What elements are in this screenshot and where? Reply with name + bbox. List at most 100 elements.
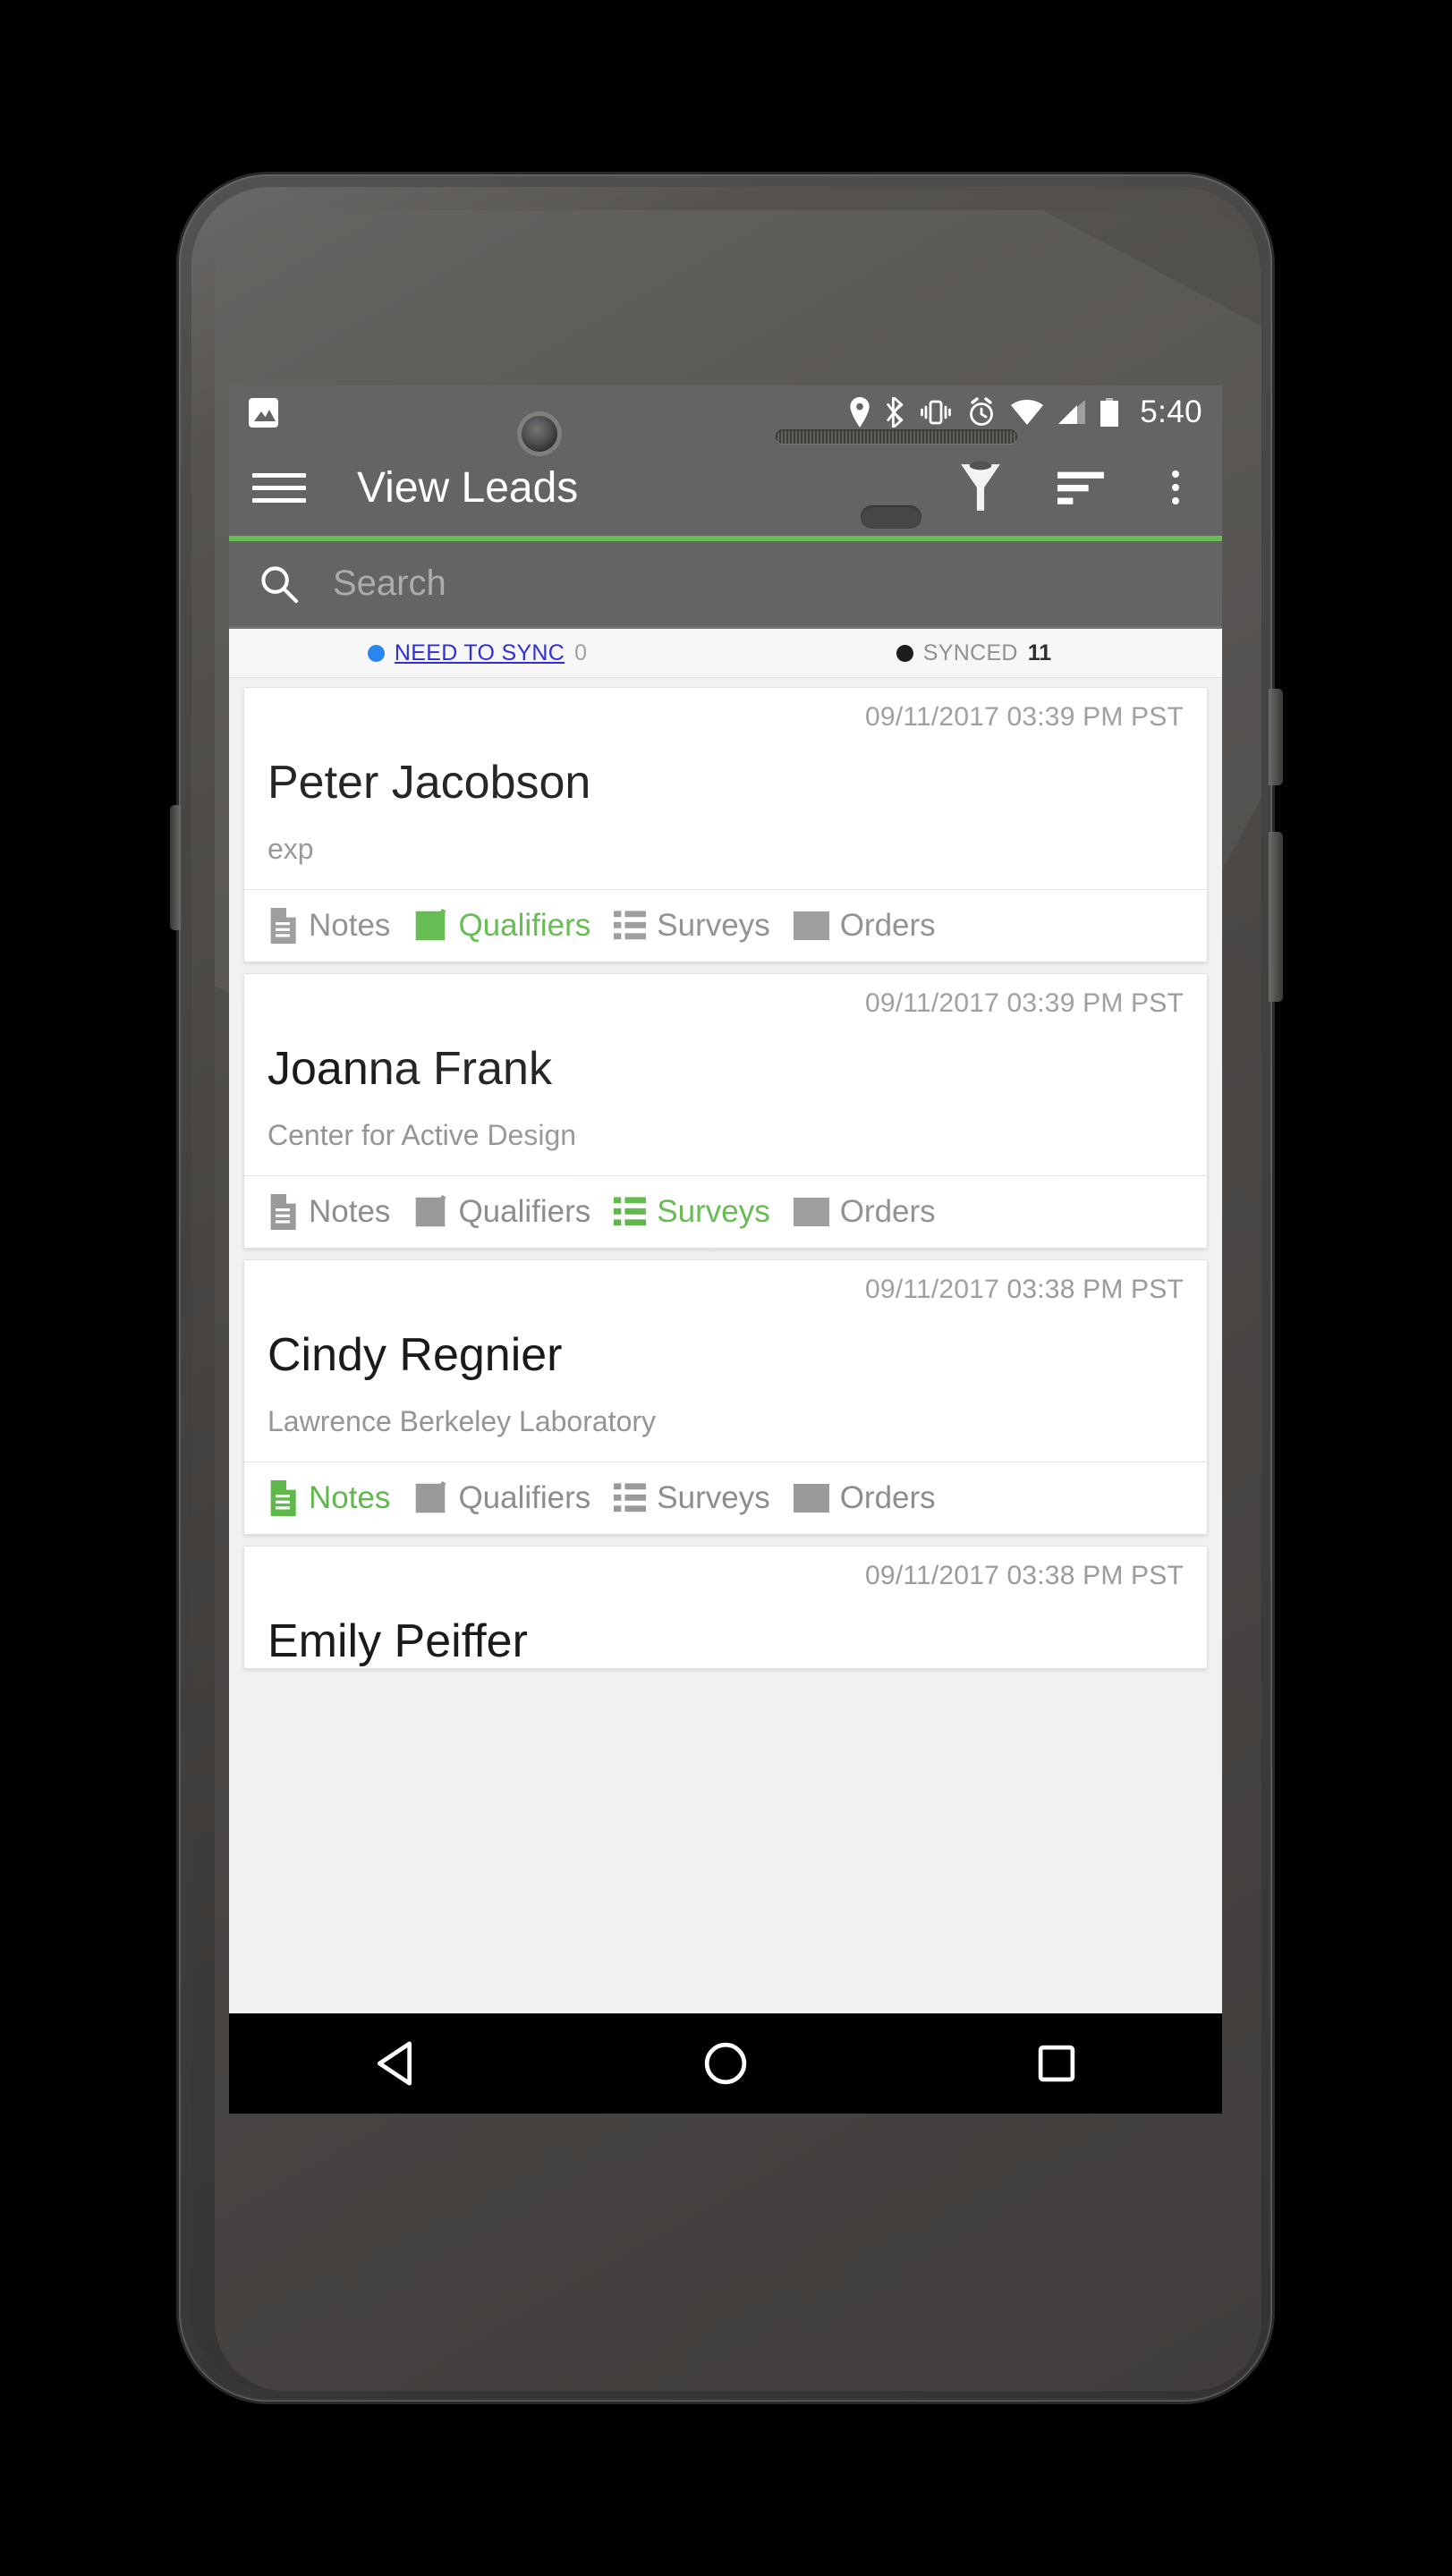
front-camera-icon [522,416,557,452]
vibrate-icon [921,400,952,425]
status-bar-system-icons: 5:40 [848,394,1202,430]
lead-company: Center for Active Design [267,1119,577,1151]
lead-name: Peter Jacobson [267,757,591,809]
need-to-sync-dot-icon [367,644,385,662]
notes-document-icon [270,1480,296,1516]
battery-icon [1100,397,1119,427]
lead-action-qualifiers[interactable]: Qualifiers [413,1194,590,1230]
lead-action-notes[interactable]: Notes [267,908,390,944]
lead-card[interactable]: 09/11/2017 03:38 PM PST Cindy Regnier La… [243,1259,1208,1535]
sync-tab-label: NEED TO SYNC [394,640,565,665]
synced-dot-icon [896,644,913,662]
qualifiers-checkbox-icon [416,909,447,941]
bluetooth-icon [887,397,904,428]
lead-action-orders[interactable]: Orders [793,1480,936,1516]
qualifiers-checkbox-icon [416,1481,447,1513]
hamburger-line [252,472,306,478]
action-label: Notes [309,1194,391,1229]
lead-card[interactable]: 09/11/2017 03:39 PM PST Peter Jacobson e… [243,687,1208,962]
lead-action-orders[interactable]: Orders [793,1194,936,1230]
hamburger-menu-icon[interactable] [252,463,306,512]
lead-company: Lawrence Berkeley Laboratory [267,1405,657,1437]
lead-name: Joanna Frank [267,1043,552,1095]
lead-card[interactable]: 09/11/2017 03:39 PM PST Joanna Frank Cen… [243,973,1208,1249]
overflow-dot [1172,497,1179,504]
action-label: Qualifiers [458,908,591,943]
overflow-dot [1172,484,1179,491]
back-triangle-glyph [377,2041,412,2086]
sync-tab-need-to-sync[interactable]: NEED TO SYNC 0 [229,640,726,666]
lead-action-qualifiers[interactable]: Qualifiers [413,908,590,944]
android-status-bar: 5:40 [229,386,1222,439]
sim-tray [170,805,181,930]
back-triangle-icon[interactable] [336,2013,453,2114]
phone-screen: 5:40 View Leads Search NEED TO SYNC 0 SY… [229,386,1222,2114]
sync-tab-label: SYNCED [922,640,1018,665]
lead-action-notes[interactable]: Notes [267,1194,390,1230]
lead-card[interactable]: 09/11/2017 03:38 PM PST Emily Peiffer [243,1546,1208,1669]
orders-card-icon [793,1484,829,1513]
sort-icon[interactable] [1057,468,1104,507]
lead-card-body[interactable]: 09/11/2017 03:38 PM PST Emily Peiffer [244,1546,1207,1668]
lead-action-surveys[interactable]: Surveys [614,1194,770,1230]
action-label: Notes [309,908,391,943]
alarm-clock-icon [970,397,994,426]
action-label: Orders [839,908,936,943]
sync-tab-synced[interactable]: SYNCED 11 [726,640,1222,666]
action-label: Orders [839,1480,936,1515]
notes-document-icon [270,1194,296,1230]
app-bar: View Leads [229,439,1222,536]
lead-action-surveys[interactable]: Surveys [614,1480,770,1516]
orders-card-icon [793,911,829,940]
lead-company: exp [267,833,314,865]
status-bar-notifications [249,397,278,428]
home-circle-glyph [704,2042,747,2085]
action-label: Qualifiers [458,1480,591,1515]
lead-card-body[interactable]: 09/11/2017 03:39 PM PST Joanna Frank Cen… [244,974,1207,1175]
lead-action-qualifiers[interactable]: Qualifiers [413,1480,590,1516]
lead-name: Cindy Regnier [267,1329,563,1381]
lead-action-row: Notes Qualifiers Surveys Orders [244,889,1207,962]
status-bar-clock: 5:40 [1140,394,1202,429]
page-title: View Leads [357,463,579,512]
surveys-list-icon [614,1197,647,1226]
recents-square-icon[interactable] [998,2013,1115,2114]
search-icon [261,565,299,603]
overflow-menu-icon[interactable] [1159,465,1192,510]
action-label: Qualifiers [458,1194,591,1229]
location-pin-icon [850,397,870,428]
action-label: Surveys [657,1194,770,1229]
lead-card-body[interactable]: 09/11/2017 03:38 PM PST Cindy Regnier La… [244,1260,1207,1462]
lead-card-body[interactable]: 09/11/2017 03:39 PM PST Peter Jacobson e… [244,688,1207,889]
home-circle-icon[interactable] [667,2013,784,2114]
lead-timestamp: 09/11/2017 03:39 PM PST [865,702,1184,732]
app-bar-actions [959,461,1199,514]
action-label: Orders [839,1194,936,1229]
cellular-signal-icon [1058,400,1086,424]
search-bar[interactable] [229,541,1222,629]
action-label: Notes [309,1480,391,1515]
leads-list[interactable]: 09/11/2017 03:39 PM PST Peter Jacobson e… [229,678,1222,2114]
wifi-icon [1011,400,1044,425]
lead-action-row: Notes Qualifiers Surveys Orders [244,1462,1207,1534]
surveys-list-icon [614,1483,647,1513]
lead-action-notes[interactable]: Notes [267,1480,390,1516]
earpiece-speaker-grille [776,429,1017,444]
action-label: Surveys [657,908,770,943]
filter-funnel-icon[interactable] [959,461,1002,514]
action-label: Surveys [657,1480,770,1515]
hamburger-line [252,485,306,490]
surveys-list-icon [614,911,647,940]
lead-action-row: Notes Qualifiers Surveys Orders [244,1175,1207,1248]
search-input[interactable] [331,563,1192,605]
qualifiers-checkbox-icon [416,1195,447,1227]
notes-document-icon [270,908,296,944]
recents-square-glyph [1038,2045,1075,2082]
overflow-dot [1172,470,1179,478]
lead-action-surveys[interactable]: Surveys [614,908,770,944]
lead-action-orders[interactable]: Orders [793,908,936,944]
photo-icon [249,397,278,428]
volume-button[interactable] [1269,832,1283,1002]
power-button[interactable] [1269,689,1283,785]
lead-timestamp: 09/11/2017 03:38 PM PST [865,1275,1184,1304]
